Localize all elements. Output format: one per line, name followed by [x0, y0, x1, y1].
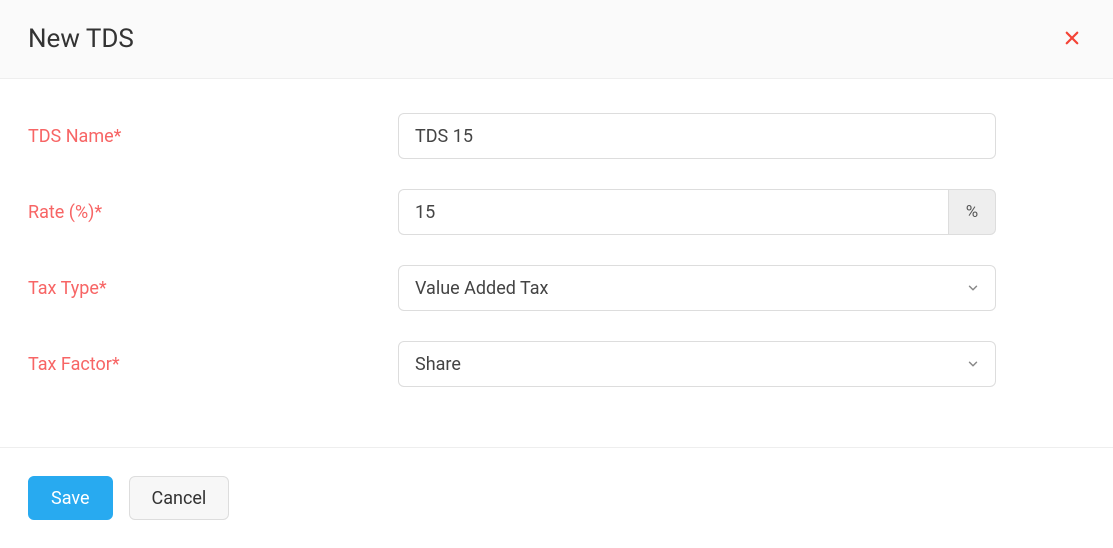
tds-name-input[interactable] [398, 113, 996, 159]
form-row-rate: Rate (%)* % [28, 189, 1085, 235]
tds-name-label: TDS Name* [28, 126, 398, 147]
close-button[interactable] [1059, 25, 1085, 54]
rate-input-group: % [398, 189, 996, 235]
tax-factor-select-wrapper: Share [398, 341, 996, 387]
form-row-tax-factor: Tax Factor* Share [28, 341, 1085, 387]
modal-title: New TDS [28, 24, 134, 54]
rate-label: Rate (%)* [28, 202, 398, 223]
tds-name-control [398, 113, 996, 159]
new-tds-modal: New TDS TDS Name* Rate (%)* % [0, 0, 1113, 548]
tax-factor-label: Tax Factor* [28, 354, 398, 375]
tax-factor-control: Share [398, 341, 996, 387]
form-row-tax-type: Tax Type* Value Added Tax [28, 265, 1085, 311]
rate-control: % [398, 189, 996, 235]
modal-body: TDS Name* Rate (%)* % Tax Type* Value Ad… [0, 79, 1113, 447]
cancel-button[interactable]: Cancel [129, 476, 230, 520]
rate-input[interactable] [398, 189, 948, 235]
tax-type-label: Tax Type* [28, 278, 398, 299]
tax-factor-select[interactable]: Share [398, 341, 996, 387]
tax-type-select-wrapper: Value Added Tax [398, 265, 996, 311]
close-icon [1063, 29, 1081, 50]
tax-type-select[interactable]: Value Added Tax [398, 265, 996, 311]
form-row-tds-name: TDS Name* [28, 113, 1085, 159]
tax-type-control: Value Added Tax [398, 265, 996, 311]
modal-footer: Save Cancel [0, 447, 1113, 548]
rate-addon: % [948, 189, 996, 235]
modal-header: New TDS [0, 0, 1113, 79]
save-button[interactable]: Save [28, 476, 113, 520]
